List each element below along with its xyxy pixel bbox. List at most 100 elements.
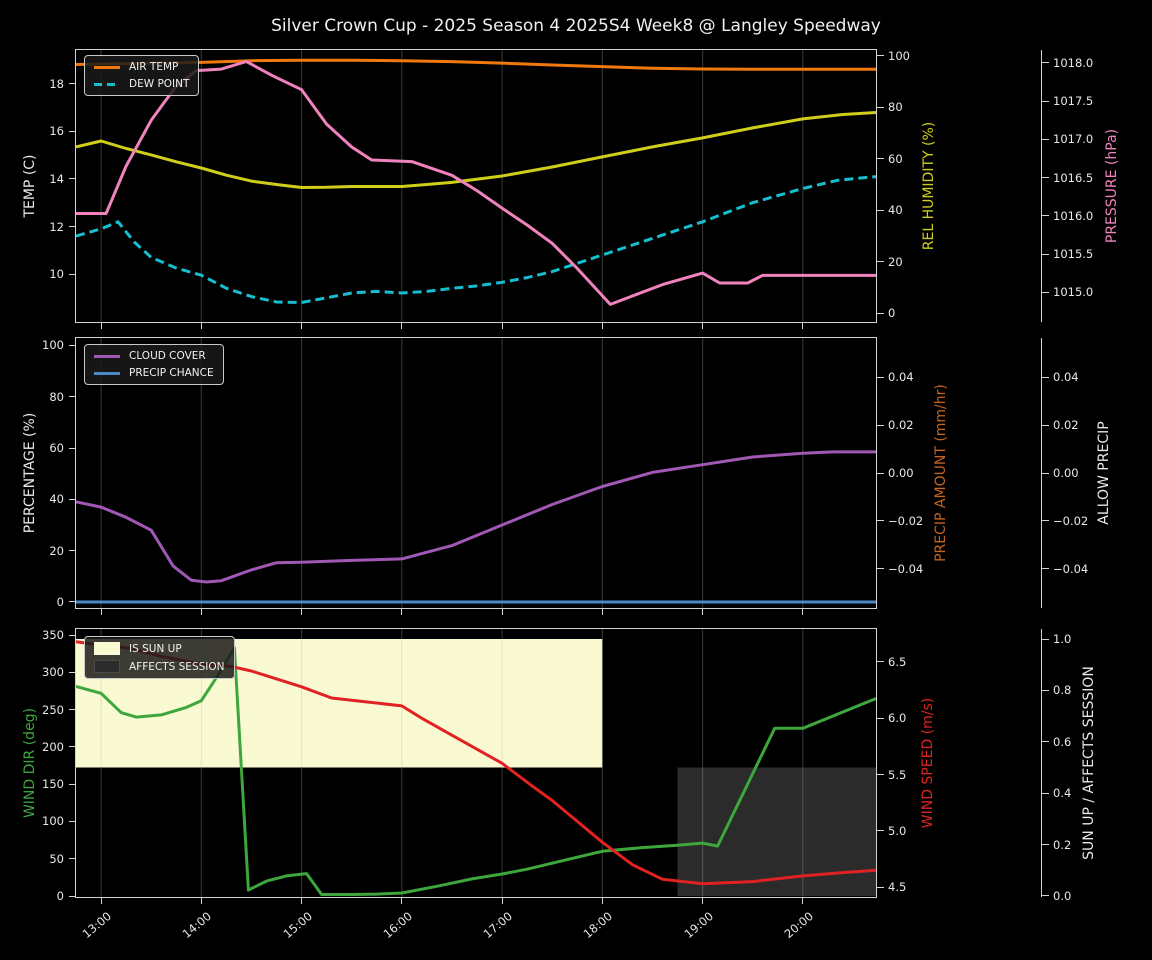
y-tick-label: −0.04	[888, 561, 924, 576]
sun-up-patch-swatch	[94, 642, 120, 655]
legend-label: DEW POINT	[129, 78, 190, 90]
y-tick-label: 0.04	[1053, 370, 1079, 385]
y-tick-label: 0.00	[888, 466, 914, 480]
y-tick	[1042, 291, 1049, 293]
cloud-precip-legend: CLOUD COVER PRECIP CHANCE	[84, 344, 224, 385]
y-tick	[877, 886, 884, 888]
x-tick-label-text: 16:00	[380, 909, 415, 942]
percentage-axis-title: PERCENTAGE (%)	[22, 412, 38, 534]
y-tick	[69, 498, 76, 500]
temperature-legend: AIR TEMP DEW POINT	[84, 55, 200, 96]
y-tick-label: 6.0	[888, 711, 907, 726]
y-tick-label: 0.4	[1053, 786, 1072, 801]
x-tick	[200, 609, 202, 615]
y-tick-label: 1017.0	[1053, 132, 1094, 147]
x-tick	[501, 609, 503, 615]
y-tick	[1042, 376, 1049, 378]
y-tick-label: 50	[49, 851, 64, 866]
y-tick	[69, 709, 76, 711]
y-tick-label: 250	[42, 702, 64, 717]
y-tick	[877, 830, 884, 832]
y-tick	[877, 158, 884, 160]
y-tick-label: 100	[42, 338, 64, 353]
y-tick-label: 60	[888, 151, 903, 166]
y-tick-label: 0.0	[1053, 888, 1072, 903]
y-tick	[1042, 215, 1049, 217]
y-tick-label: 0	[56, 889, 64, 903]
y-tick	[69, 783, 76, 785]
y-tick-label: 20	[49, 543, 64, 558]
y-tick-label: 1015.5	[1053, 247, 1094, 261]
x-tick	[301, 898, 303, 904]
y-tick-label: −0.02	[888, 513, 924, 528]
x-tick-label-text: 14:00	[179, 909, 215, 942]
allow-precip-axis-title: ALLOW PRECIP	[1096, 421, 1112, 525]
y-tick-label: 0.6	[1053, 734, 1072, 749]
y-tick	[1042, 253, 1049, 255]
x-tick	[100, 323, 102, 329]
y-tick	[69, 178, 76, 180]
affects-session-patch-swatch	[94, 660, 120, 673]
x-tick	[702, 323, 704, 329]
sun-up-axis-title: SUN UP / AFFECTS SESSION	[1081, 666, 1097, 860]
y-tick-label: 5.5	[888, 767, 907, 782]
air-temp-line-swatch	[94, 65, 120, 69]
x-tick	[401, 609, 403, 615]
y-tick-label: 0	[888, 306, 896, 320]
y-tick	[69, 671, 76, 673]
legend-item-precip-chance: PRECIP CHANCE	[94, 367, 214, 379]
y-tick	[69, 634, 76, 636]
y-tick	[877, 55, 884, 57]
y-tick	[877, 209, 884, 211]
wind-speed-axis-title: WIND SPEED (m/s)	[920, 697, 936, 829]
y-tick	[69, 396, 76, 398]
y-tick	[69, 447, 76, 449]
x-tick	[702, 898, 704, 904]
x-tick-label-text: 19:00	[681, 909, 716, 942]
y-tick-label: 1016.5	[1053, 170, 1094, 185]
y-tick	[877, 261, 884, 263]
x-tick	[601, 898, 603, 904]
x-tick	[401, 898, 403, 904]
secondary-axis-spine	[1041, 50, 1042, 322]
y-tick-label: 20	[888, 254, 903, 269]
y-tick-label: 40	[888, 203, 903, 218]
legend-label: AFFECTS SESSION	[129, 660, 225, 673]
y-tick-label: 0.02	[1053, 418, 1079, 433]
y-tick-label: 1.0	[1053, 632, 1072, 647]
y-tick-label: 0	[56, 594, 64, 609]
y-tick	[877, 717, 884, 719]
x-tick	[802, 323, 804, 329]
y-tick	[69, 550, 76, 552]
legend-label: IS SUN UP	[129, 642, 182, 655]
y-tick	[1042, 424, 1049, 426]
x-tick	[601, 323, 603, 329]
x-tick	[802, 898, 804, 904]
y-tick	[69, 273, 76, 275]
x-tick-label-text: 17:00	[480, 909, 516, 942]
x-tick	[100, 609, 102, 615]
y-tick	[1042, 844, 1049, 846]
humidity-axis-title: REL HUMIDITY (%)	[921, 121, 937, 251]
y-tick-label: 14	[49, 171, 64, 186]
y-tick	[1042, 689, 1049, 691]
y-tick-label: 100	[888, 48, 910, 63]
y-tick	[1042, 741, 1049, 743]
y-tick	[69, 601, 76, 603]
x-tick-label-text: 15:00	[280, 909, 315, 942]
y-tick-label: 100	[42, 814, 64, 829]
x-tick	[501, 898, 503, 904]
y-tick-label: 10	[49, 267, 64, 281]
y-tick-label: 0.02	[888, 418, 914, 433]
y-tick-label: 80	[888, 100, 903, 115]
y-tick	[877, 520, 884, 522]
y-tick-label: −0.02	[1053, 513, 1089, 528]
y-tick	[69, 344, 76, 346]
y-tick-label: 16	[49, 124, 64, 139]
sun-session-legend: IS SUN UP AFFECTS SESSION	[84, 636, 235, 679]
y-tick	[69, 226, 76, 227]
cloud-cover-series	[76, 450, 876, 584]
x-tick	[702, 609, 704, 615]
y-tick	[69, 130, 76, 132]
y-tick	[1042, 177, 1049, 179]
